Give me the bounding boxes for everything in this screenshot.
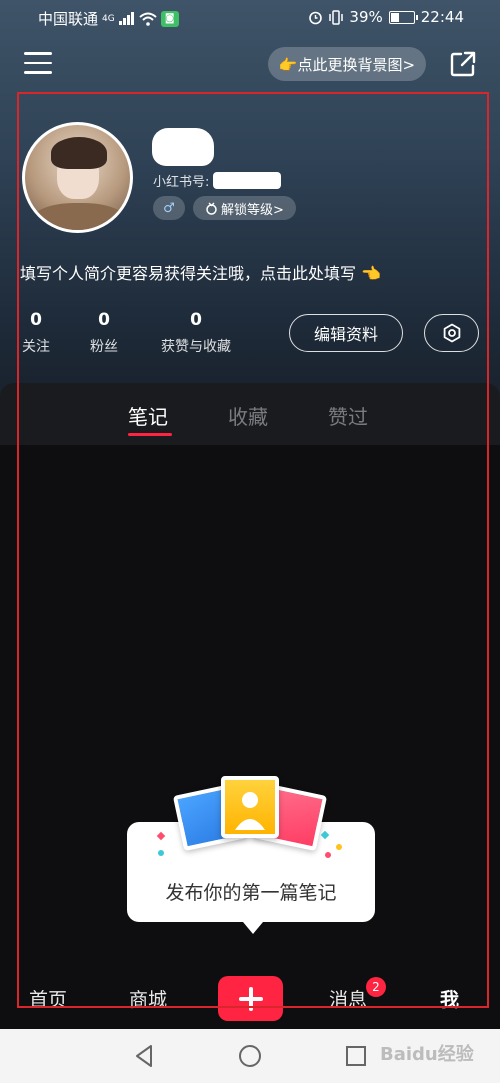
status-bar: 中国联通 4G ◙ 39% 22:44 bbox=[0, 0, 500, 36]
battery-icon bbox=[388, 10, 418, 24]
tab-active-indicator bbox=[128, 433, 172, 436]
publish-button[interactable] bbox=[218, 976, 283, 1021]
battery-percent: 39% bbox=[349, 8, 383, 26]
hamburger-icon[interactable] bbox=[24, 52, 52, 76]
back-icon[interactable] bbox=[132, 1043, 158, 1069]
recents-icon[interactable] bbox=[343, 1043, 369, 1069]
stat-likes-collects[interactable]: 0 获赞与收藏 bbox=[155, 310, 237, 356]
carrier-name: 中国联通 bbox=[38, 10, 99, 28]
stat-value: 0 bbox=[98, 310, 110, 330]
network-type: 4G bbox=[102, 13, 115, 24]
messages-badge: 2 bbox=[366, 977, 386, 997]
unlock-level-button[interactable]: 解锁等级> bbox=[193, 196, 296, 220]
stat-value: 0 bbox=[190, 310, 202, 330]
tab-collections[interactable]: 收藏 bbox=[228, 401, 268, 430]
gender-icon: ♂ bbox=[163, 200, 175, 216]
stat-label: 关注 bbox=[22, 339, 50, 355]
stat-label: 获赞与收藏 bbox=[161, 339, 231, 355]
avatar[interactable] bbox=[22, 122, 133, 233]
stat-followers[interactable]: 0 粉丝 bbox=[86, 310, 122, 356]
plus-icon bbox=[238, 986, 263, 1011]
unlock-level-label: 解锁等级> bbox=[221, 202, 284, 218]
baidu-watermark: Baidu经验 bbox=[380, 1044, 474, 1065]
confetti-dot bbox=[325, 852, 331, 858]
status-right: 39% 22:44 bbox=[308, 8, 464, 26]
medal-icon bbox=[206, 202, 217, 215]
content-tabs: 笔记 收藏 赞过 bbox=[0, 383, 500, 445]
gear-icon bbox=[443, 323, 460, 343]
wifi-icon bbox=[139, 12, 157, 26]
app-notification-icon: ◙ bbox=[160, 10, 179, 27]
change-background-button[interactable]: 👉点此更换背景图> bbox=[268, 47, 426, 81]
nav-mall[interactable]: 商城 bbox=[129, 985, 167, 1012]
stat-value: 0 bbox=[30, 310, 42, 330]
clock: 22:44 bbox=[420, 8, 464, 26]
edit-profile-label: 编辑资料 bbox=[313, 325, 378, 344]
stat-label: 粉丝 bbox=[90, 339, 118, 355]
settings-button[interactable] bbox=[424, 314, 479, 352]
share-external-icon[interactable] bbox=[449, 50, 477, 78]
bio-prompt[interactable]: 填写个人简介更容易获得关注哦，点击此处填写 👈 bbox=[20, 260, 381, 284]
stat-following[interactable]: 0 关注 bbox=[18, 310, 54, 356]
nav-me[interactable]: 我 bbox=[440, 985, 459, 1012]
photo-illustration-icon bbox=[221, 776, 279, 838]
edit-profile-button[interactable]: 编辑资料 bbox=[289, 314, 403, 352]
home-icon[interactable] bbox=[237, 1043, 263, 1069]
username-redacted bbox=[152, 128, 214, 166]
profile-stats: 0 关注 0 粉丝 0 获赞与收藏 bbox=[0, 310, 280, 360]
tab-notes[interactable]: 笔记 bbox=[128, 401, 168, 430]
nav-messages[interactable]: 消息 bbox=[329, 985, 367, 1012]
top-bar: 👉点此更换背景图> bbox=[0, 44, 500, 88]
confetti-dot bbox=[336, 844, 342, 850]
gender-badge[interactable]: ♂ bbox=[153, 196, 185, 220]
alarm-icon bbox=[309, 11, 323, 24]
redbook-id-redacted bbox=[213, 172, 282, 189]
confetti-dot bbox=[158, 850, 164, 856]
carrier-info: 中国联通 4G ◙ bbox=[38, 8, 179, 29]
tab-liked[interactable]: 赞过 bbox=[328, 401, 368, 430]
bottom-nav: 首页 商城 消息 2 我 bbox=[0, 967, 500, 1029]
nav-home[interactable]: 首页 bbox=[29, 985, 67, 1012]
redbook-id-label: 小红书号: bbox=[153, 175, 210, 190]
change-background-label: 👉点此更换背景图> bbox=[278, 55, 416, 74]
empty-state-message: 发布你的第一篇笔记 bbox=[165, 882, 337, 904]
vibrate-icon bbox=[329, 9, 344, 25]
signal-icon bbox=[118, 12, 134, 25]
redbook-id: 小红书号: bbox=[153, 171, 282, 190]
